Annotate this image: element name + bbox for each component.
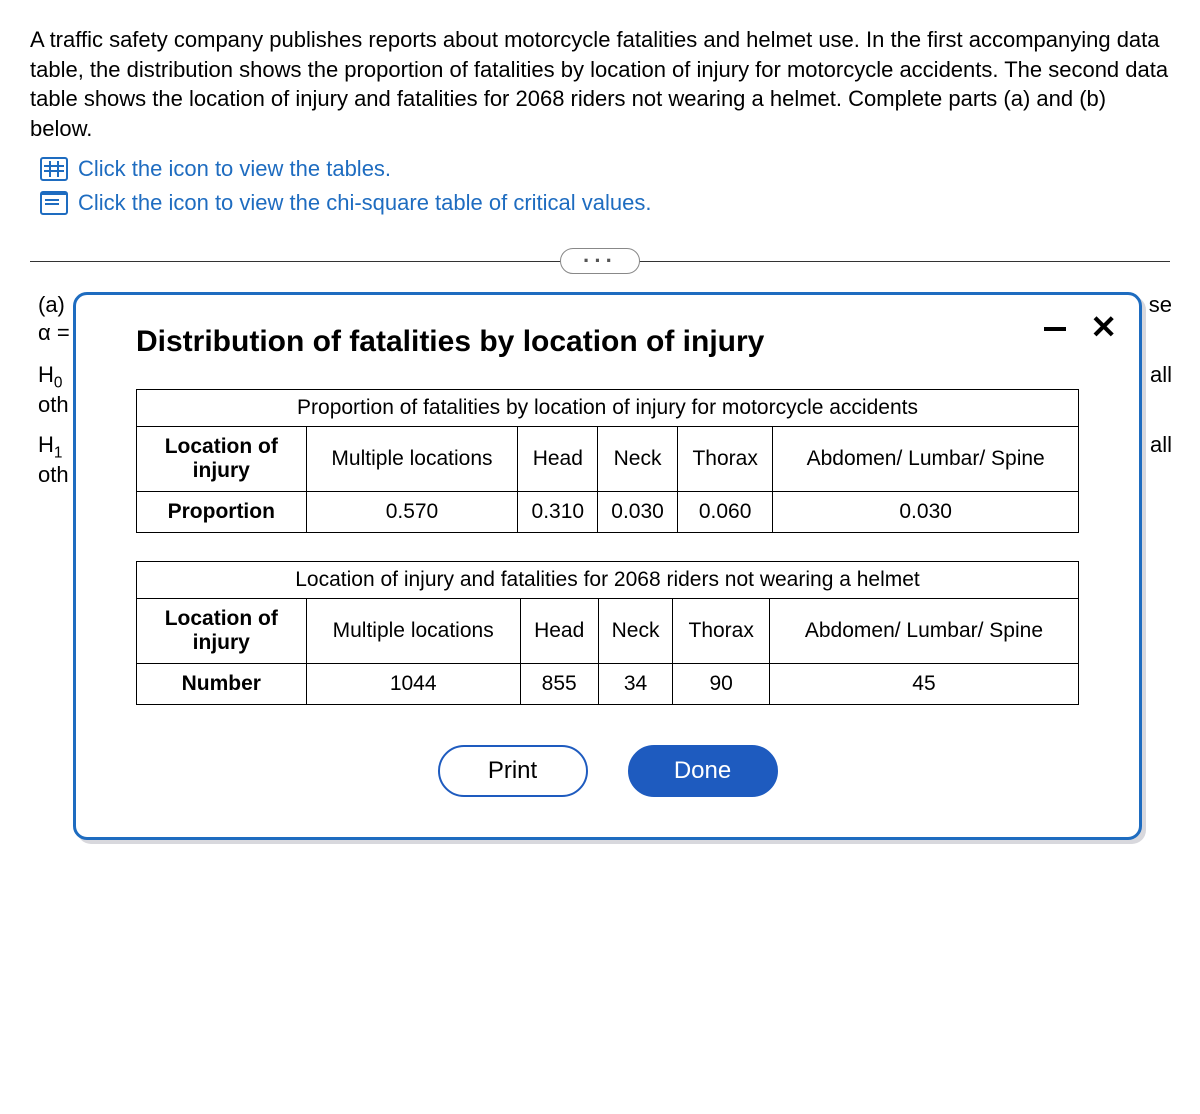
cell: 0.030 [598,491,678,532]
cell: 1044 [306,663,520,704]
row-header: Location of injury [137,598,307,663]
popup-distribution: ✕ Distribution of fatalities by location… [73,292,1142,840]
background-text: (a) α = H0 oth H1 oth se all all ✕ Distr… [30,292,1170,972]
cell: 0.570 [306,491,518,532]
bg-part-a: (a) [38,292,65,318]
cell: 34 [598,663,673,704]
print-button[interactable]: Print [438,745,588,797]
ellipsis-icon[interactable]: ··· [560,248,640,274]
bg-h1: H1 [38,432,62,462]
row-header: Proportion [137,491,307,532]
bg-tail-all2: all [1150,432,1172,458]
col-header: Thorax [677,426,772,491]
row-header: Number [137,663,307,704]
row-header: Location of injury [137,426,307,491]
col-header: Thorax [673,598,769,663]
problem-intro: A traffic safety company publishes repor… [30,25,1170,144]
bg-oth2: oth [38,462,69,488]
bg-tail-all1: all [1150,362,1172,388]
link-chisq-label: Click the icon to view the chi-square ta… [78,190,651,216]
bg-oth1: oth [38,392,69,418]
table-numbers: Location of injury Multiple locations He… [136,598,1079,705]
table-proportions: Location of injury Multiple locations He… [136,426,1079,533]
close-icon[interactable]: ✕ [1090,311,1117,343]
popup-title: Distribution of fatalities by location o… [136,325,1079,359]
table-row: Number 1044 855 34 90 45 [137,663,1079,704]
table-row: Location of injury Multiple locations He… [137,426,1079,491]
link-tables-label: Click the icon to view the tables. [78,156,391,182]
cell: 90 [673,663,769,704]
grid-icon [40,157,68,181]
col-header: Neck [598,426,678,491]
cell: 0.030 [773,491,1079,532]
col-header: Neck [598,598,673,663]
done-button[interactable]: Done [628,745,778,797]
bg-tail-use: se [1149,292,1172,318]
cell: 0.310 [518,491,598,532]
col-header: Abdomen/ Lumbar/ Spine [769,598,1078,663]
bg-alpha: α = [38,320,70,346]
cell: 45 [769,663,1078,704]
cell: 855 [520,663,598,704]
col-header: Head [520,598,598,663]
cell: 0.060 [677,491,772,532]
col-header: Multiple locations [306,598,520,663]
table1-caption: Proportion of fatalities by location of … [136,389,1079,426]
book-icon [40,191,68,215]
link-tables[interactable]: Click the icon to view the tables. [40,156,1170,182]
col-header: Head [518,426,598,491]
minimize-icon[interactable] [1044,327,1066,331]
link-chi-square[interactable]: Click the icon to view the chi-square ta… [40,190,1170,216]
col-header: Abdomen/ Lumbar/ Spine [773,426,1079,491]
section-divider: ··· [30,261,1170,262]
col-header: Multiple locations [306,426,518,491]
bg-h0: H0 [38,362,62,392]
table-row: Proportion 0.570 0.310 0.030 0.060 0.030 [137,491,1079,532]
table2-caption: Location of injury and fatalities for 20… [136,561,1079,598]
table-row: Location of injury Multiple locations He… [137,598,1079,663]
